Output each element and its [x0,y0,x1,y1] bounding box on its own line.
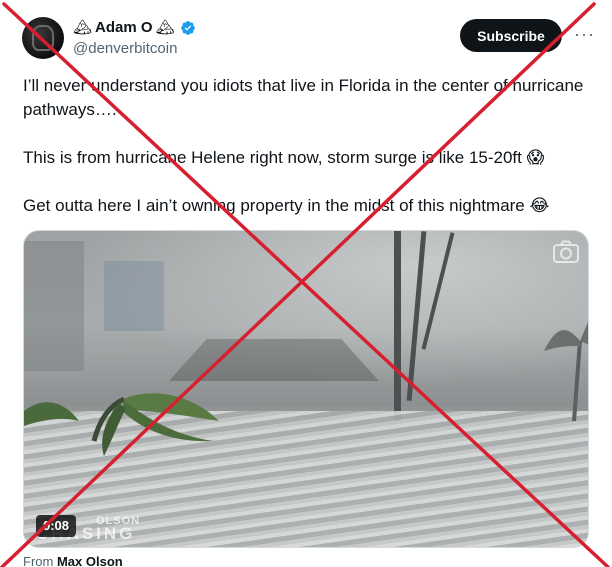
more-options-icon[interactable]: ··· [574,24,595,45]
attribution: From Max Olson [23,554,123,567]
author-handle[interactable]: @denverbitcoin [73,40,177,57]
tweet-line-2: This is from hurricane Helene right now,… [23,148,545,167]
video-media[interactable]: OLSON CHASING 0:08 [23,230,589,548]
palm-tree-left [24,393,219,456]
verified-badge-icon [180,21,195,35]
attribution-author-link[interactable]: Max Olson [57,554,123,567]
camera-icon[interactable] [552,240,580,264]
mountain-emoji-left: 🏔 [73,19,93,36]
display-name[interactable]: Adam O [95,19,153,37]
subscribe-button[interactable]: Subscribe [460,19,562,52]
attribution-prefix: From [23,554,54,567]
tweet-line-1: I’ll never understand you idiots that li… [23,76,589,119]
author-name-row[interactable]: 🏔 Adam O 🏔 [73,19,196,37]
palm-tree-right [544,321,588,421]
mountain-emoji-right: 🏔 [155,19,175,36]
tweet-text: I’ll never understand you idiots that li… [23,74,593,218]
video-duration-badge: 0:08 [36,515,77,537]
avatar[interactable] [22,17,64,59]
tweet-line-3: Get outta here I ain’t owning property i… [23,196,550,215]
